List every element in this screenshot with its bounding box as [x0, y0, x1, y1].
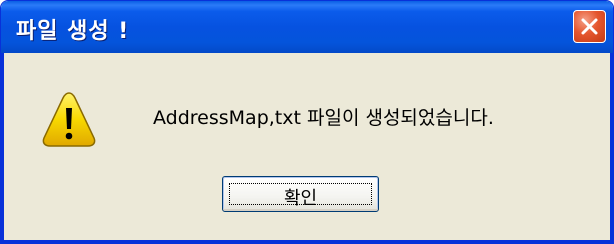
frame-bottom — [1, 240, 613, 243]
frame-right — [610, 53, 613, 243]
dialog-message: AddressMap,txt 파일이 생성되었습니다. — [153, 107, 494, 129]
close-button[interactable] — [573, 10, 606, 43]
close-icon — [581, 18, 598, 35]
ok-button[interactable]: 확인 — [222, 176, 379, 212]
ok-button-label: 확인 — [283, 188, 318, 209]
warning-icon — [42, 92, 96, 147]
dialog-window: 파일 생성 ! AddressMap,txt 파일이 생성되었습니다. 확인 — [0, 0, 614, 244]
dialog-title: 파일 생성 ! — [16, 19, 130, 44]
title-bar[interactable]: 파일 생성 ! — [1, 1, 613, 53]
frame-left — [1, 53, 4, 243]
